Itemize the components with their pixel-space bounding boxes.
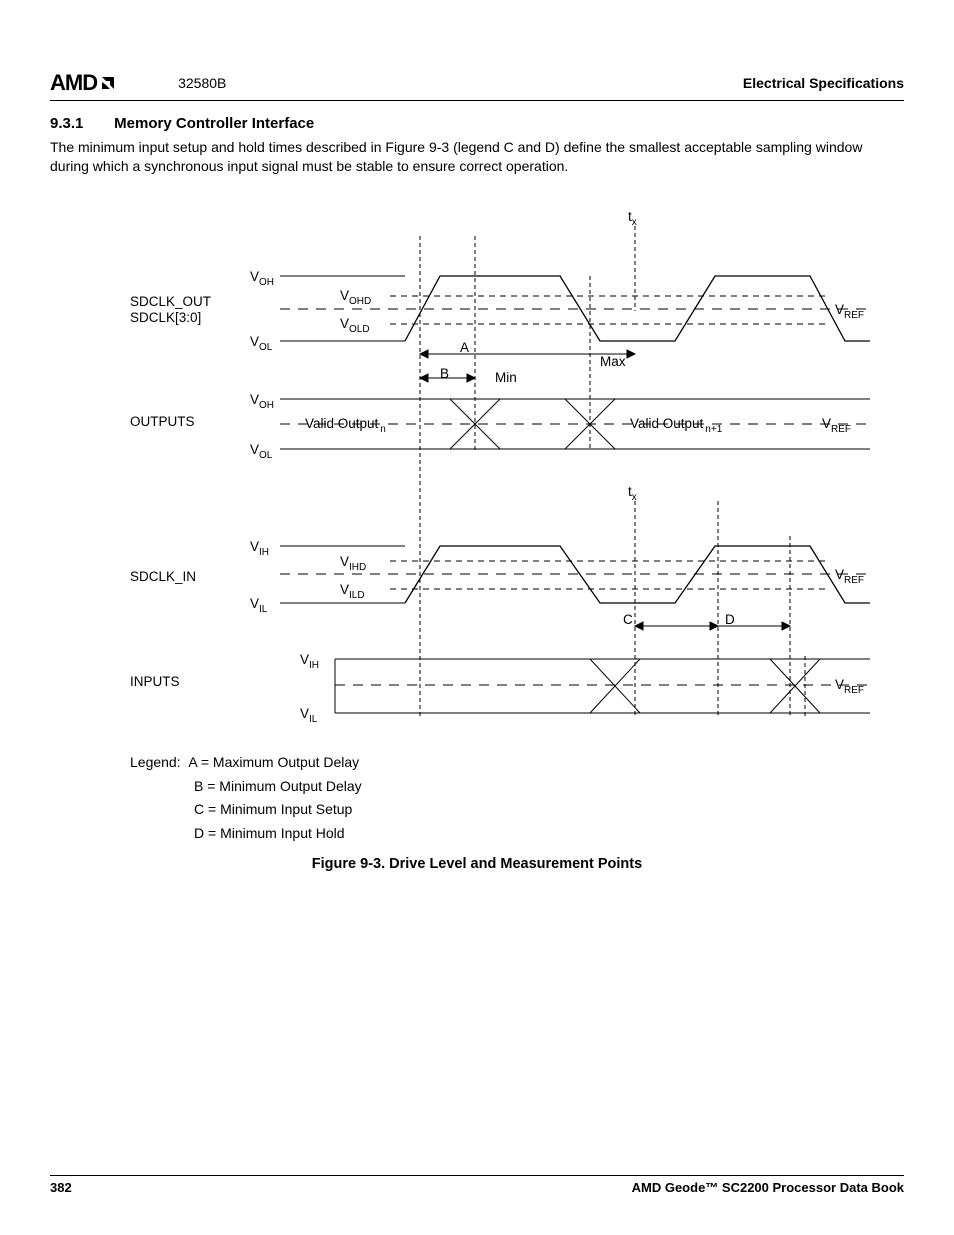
legend-c: C = Minimum Input Setup [194, 798, 904, 822]
section-number: 9.3.1 [50, 115, 110, 132]
svg-text:INPUTS: INPUTS [130, 674, 180, 689]
svg-text:VREF: VREF [822, 416, 851, 435]
figure-legend: Legend: A = Maximum Output Delay B = Min… [130, 751, 904, 846]
body-paragraph: The minimum input setup and hold times d… [50, 138, 904, 176]
svg-text:VREF: VREF [835, 302, 864, 321]
amd-logo: AMD [50, 70, 118, 96]
svg-text:Valid Outputn: Valid Outputn [305, 416, 386, 435]
svg-text:VOHD: VOHD [340, 288, 371, 307]
svg-text:VOLD: VOLD [340, 316, 370, 335]
svg-text:VOH: VOH [250, 269, 274, 288]
logo-text: AMD [50, 70, 97, 96]
svg-text:VIH: VIH [300, 652, 319, 671]
svg-text:OUTPUTS: OUTPUTS [130, 414, 195, 429]
svg-text:VOL: VOL [250, 334, 273, 353]
legend-d: D = Minimum Input Hold [194, 822, 904, 846]
svg-text:Valid Outputn+1: Valid Outputn+1 [630, 416, 723, 435]
book-title: AMD Geode™ SC2200 Processor Data Book [632, 1180, 904, 1195]
svg-text:VILD: VILD [340, 582, 365, 601]
svg-text:tx: tx [628, 484, 637, 503]
doc-number: 32580B [178, 75, 226, 91]
svg-text:VREF: VREF [835, 567, 864, 586]
legend-b: B = Minimum Output Delay [194, 775, 904, 799]
amd-arrow-icon [98, 73, 118, 93]
legend-lead: Legend: [130, 754, 181, 770]
svg-text:SDCLK_IN: SDCLK_IN [130, 569, 196, 584]
page-header: AMD 32580B Electrical Specifications [50, 70, 904, 101]
svg-text:VIH: VIH [250, 539, 269, 558]
figure-caption: Figure 9-3. Drive Level and Measurement … [50, 856, 904, 872]
legend-a: A = Maximum Output Delay [188, 754, 359, 770]
page-footer: 382 AMD Geode™ SC2200 Processor Data Boo… [50, 1175, 904, 1195]
svg-text:VIHD: VIHD [340, 554, 366, 573]
svg-text:tx: tx [628, 209, 637, 228]
timing-diagram: tx SDCLK_OUT SDCLK[3:0] VOH VOL VOHD VOL… [130, 206, 890, 741]
svg-text:D: D [725, 612, 735, 627]
svg-text:SDCLK[3:0]: SDCLK[3:0] [130, 310, 201, 325]
section-heading: 9.3.1 Memory Controller Interface [50, 115, 904, 132]
svg-text:A: A [460, 340, 469, 355]
svg-text:Max: Max [600, 354, 626, 369]
svg-text:VOL: VOL [250, 442, 273, 461]
svg-text:VIL: VIL [300, 706, 318, 725]
header-section: Electrical Specifications [743, 75, 904, 91]
svg-text:SDCLK_OUT: SDCLK_OUT [130, 294, 211, 309]
svg-text:VOH: VOH [250, 392, 274, 411]
svg-text:C: C [623, 612, 633, 627]
svg-text:VREF: VREF [835, 677, 864, 696]
page-number: 382 [50, 1180, 72, 1195]
section-title: Memory Controller Interface [114, 115, 314, 132]
svg-text:Min: Min [495, 370, 517, 385]
svg-text:B: B [440, 366, 449, 381]
svg-text:VIL: VIL [250, 596, 268, 615]
